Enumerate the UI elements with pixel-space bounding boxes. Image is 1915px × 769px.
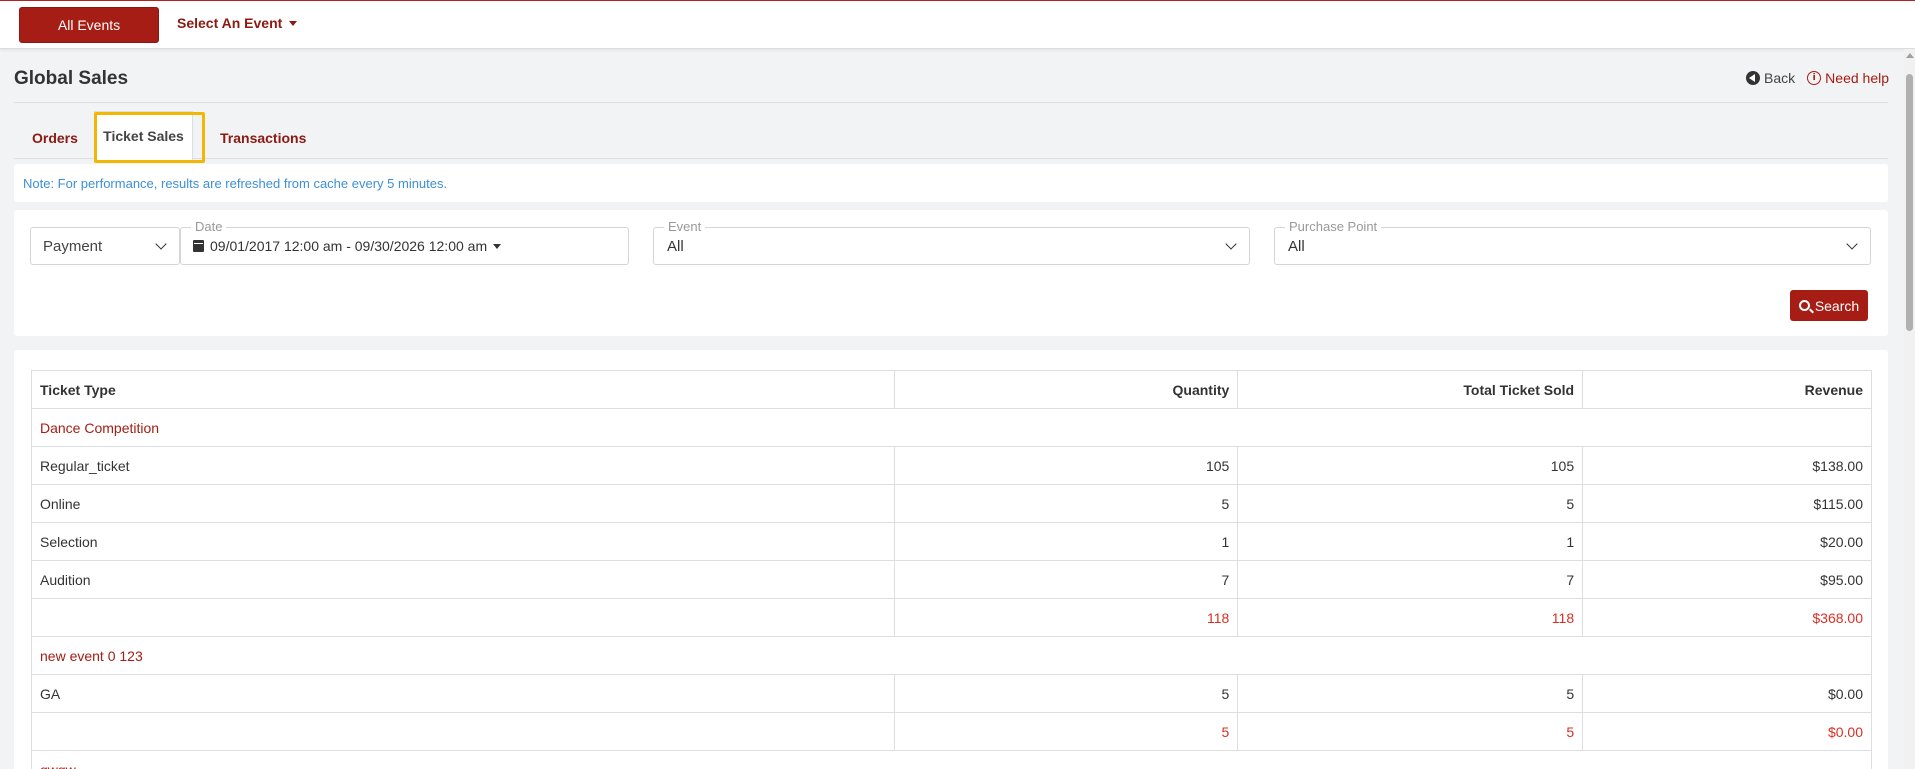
back-arrow-icon xyxy=(1746,71,1761,85)
ticket-sales-panel: Ticket Type Quantity Total Ticket Sold R… xyxy=(14,350,1888,769)
table-row: Regular_ticket 105 105 $138.00 xyxy=(31,446,1872,485)
table-row: Online 5 5 $115.00 xyxy=(31,484,1872,523)
chevron-down-icon xyxy=(155,238,167,250)
cell-revenue: $95.00 xyxy=(1582,560,1872,599)
subtotal-row: 5 5 $0.00 xyxy=(31,712,1872,751)
search-label: Search xyxy=(1814,297,1860,314)
cell-subtotal-label xyxy=(31,598,895,637)
cell-ticket-type: Selection xyxy=(31,522,895,561)
select-event-dropdown[interactable]: Select An Event xyxy=(177,15,298,31)
cell-total-sold: 5 xyxy=(1237,674,1584,713)
payment-select[interactable]: Payment xyxy=(30,227,180,265)
cell-quantity: 5 xyxy=(893,484,1239,523)
cell-subtotal-label xyxy=(31,712,895,751)
cell-subtotal-sold: 5 xyxy=(1237,712,1584,751)
cell-total-sold: 1 xyxy=(1237,522,1584,561)
need-help-link[interactable]: i Need help xyxy=(1807,70,1889,86)
event-select-value: All xyxy=(667,238,684,255)
need-help-label: Need help xyxy=(1825,70,1889,86)
calendar-icon xyxy=(193,240,204,252)
back-label: Back xyxy=(1764,70,1796,86)
cell-revenue: $0.00 xyxy=(1582,674,1872,713)
header-quantity: Quantity xyxy=(893,370,1239,409)
top-navbar: All Events Select An Event xyxy=(0,0,1915,49)
event-group-name[interactable]: qwqw xyxy=(31,750,1872,769)
cell-ticket-type: Audition xyxy=(31,560,895,599)
cell-ticket-type: Regular_ticket xyxy=(31,446,895,485)
tab-ticket-sales[interactable]: Ticket Sales xyxy=(94,111,205,163)
cell-total-sold: 5 xyxy=(1237,484,1584,523)
group-row: Dance Competition xyxy=(31,408,1872,447)
cell-quantity: 1 xyxy=(893,522,1239,561)
date-range-field[interactable]: Date 09/01/2017 12:00 am - 09/30/2026 12… xyxy=(180,220,629,265)
table-header-row: Ticket Type Quantity Total Ticket Sold R… xyxy=(31,370,1872,409)
date-legend: Date xyxy=(191,220,227,234)
caret-down-icon xyxy=(289,20,298,26)
subtotal-row: 118 118 $368.00 xyxy=(31,598,1872,637)
all-events-button[interactable]: All Events xyxy=(19,7,159,43)
cell-subtotal-quantity: 5 xyxy=(893,712,1239,751)
ticket-sales-table: Ticket Type Quantity Total Ticket Sold R… xyxy=(31,370,1872,769)
scroll-up-arrow-icon[interactable] xyxy=(1906,53,1914,58)
event-group-name[interactable]: Dance Competition xyxy=(31,408,1872,447)
filter-panel: Payment Date 09/01/2017 12:00 am - 09/30… xyxy=(14,210,1888,336)
info-icon: i xyxy=(1807,71,1822,85)
group-row: new event 0 123 xyxy=(31,636,1872,675)
group-row: qwqw xyxy=(31,750,1872,769)
chevron-down-icon xyxy=(1225,238,1237,250)
table-row: Selection 1 1 $20.00 xyxy=(31,522,1872,561)
cache-note-text: Note: For performance, results are refre… xyxy=(23,176,448,191)
search-button[interactable]: Search xyxy=(1790,290,1868,321)
header-ticket-type: Ticket Type xyxy=(31,370,895,409)
header-links: Back i Need help xyxy=(1746,70,1889,86)
date-range-value: 09/01/2017 12:00 am - 09/30/2026 12:00 a… xyxy=(210,238,488,254)
cache-note-box: Note: For performance, results are refre… xyxy=(14,164,1888,202)
cell-total-sold: 105 xyxy=(1237,446,1584,485)
purchase-point-select[interactable]: Purchase Point All xyxy=(1274,220,1871,265)
cell-revenue: $115.00 xyxy=(1582,484,1872,523)
tab-orders[interactable]: Orders xyxy=(32,130,78,146)
cell-subtotal-revenue: $368.00 xyxy=(1582,598,1872,637)
header-revenue: Revenue xyxy=(1582,370,1872,409)
search-icon xyxy=(1798,300,1810,311)
scrollbar-thumb[interactable] xyxy=(1906,74,1913,331)
cell-revenue: $138.00 xyxy=(1582,446,1872,485)
tab-transactions[interactable]: Transactions xyxy=(220,130,306,146)
event-select[interactable]: Event All xyxy=(653,220,1250,265)
cell-quantity: 105 xyxy=(893,446,1239,485)
tab-ticket-sales-label: Ticket Sales xyxy=(103,128,184,144)
table-row: GA 5 5 $0.00 xyxy=(31,674,1872,713)
event-group-name[interactable]: new event 0 123 xyxy=(31,636,1872,675)
title-divider xyxy=(14,102,1888,103)
back-link[interactable]: Back xyxy=(1746,70,1795,86)
page-title: Global Sales xyxy=(14,68,129,89)
event-legend: Event xyxy=(664,220,706,234)
header-total-ticket-sold: Total Ticket Sold xyxy=(1237,370,1584,409)
cell-quantity: 7 xyxy=(893,560,1239,599)
cell-subtotal-revenue: $0.00 xyxy=(1582,712,1872,751)
chevron-down-icon xyxy=(1846,238,1858,250)
purchase-point-legend: Purchase Point xyxy=(1285,220,1382,234)
purchase-point-value: All xyxy=(1288,238,1305,255)
cell-ticket-type: Online xyxy=(31,484,895,523)
cell-quantity: 5 xyxy=(893,674,1239,713)
select-event-label: Select An Event xyxy=(177,15,283,31)
tabs-bar: Orders Ticket Sales Transactions xyxy=(14,111,1888,163)
cell-subtotal-quantity: 118 xyxy=(893,598,1239,637)
cell-subtotal-sold: 118 xyxy=(1237,598,1584,637)
caret-down-icon xyxy=(493,243,502,249)
cell-ticket-type: GA xyxy=(31,674,895,713)
page-scrollbar[interactable] xyxy=(1904,49,1915,769)
cell-revenue: $20.00 xyxy=(1582,522,1872,561)
cell-total-sold: 7 xyxy=(1237,560,1584,599)
table-row: Audition 7 7 $95.00 xyxy=(31,560,1872,599)
payment-select-value: Payment xyxy=(43,237,103,255)
